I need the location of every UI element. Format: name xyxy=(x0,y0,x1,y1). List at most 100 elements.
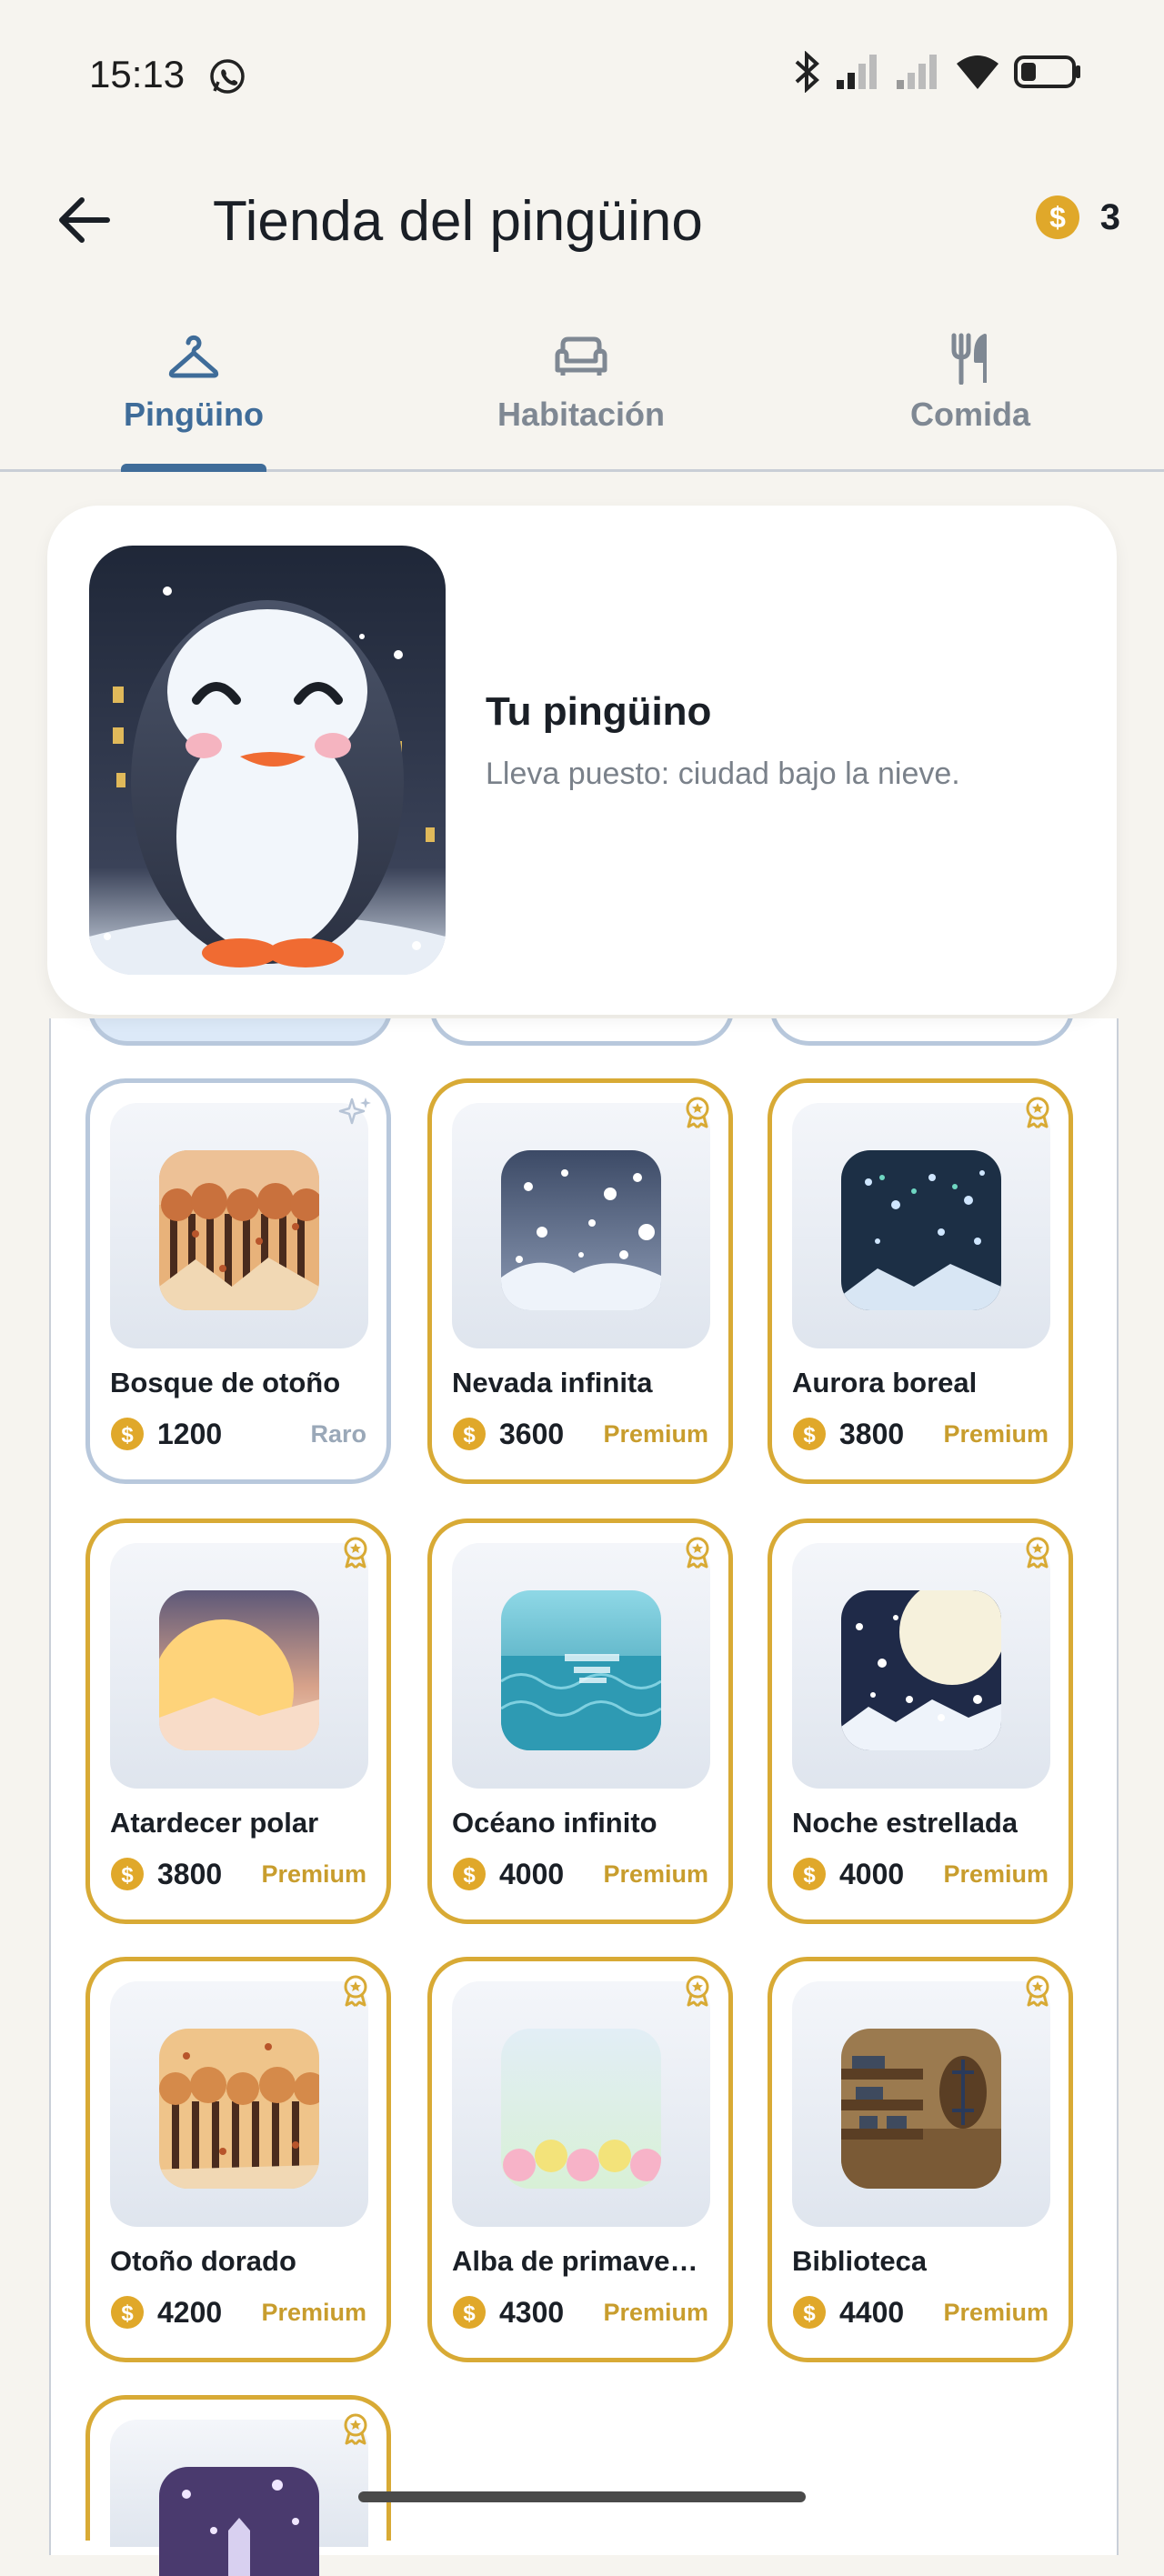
item-name: Océano infinito xyxy=(452,1807,657,1839)
item-thumbnail xyxy=(792,1543,1050,1789)
coin-icon: $ xyxy=(453,1858,486,1890)
item-price-row: $ 4200 Premium xyxy=(110,2290,366,2334)
tab-bar: Pingüino Habitación Comida xyxy=(0,318,1164,472)
penguin-illustration xyxy=(89,546,446,975)
item-price: 4400 xyxy=(839,2295,905,2329)
item-tier-label: Premium xyxy=(603,1859,708,1888)
coin-icon: $ xyxy=(111,1858,144,1890)
item-price-row: $ 3800 Premium xyxy=(792,1412,1049,1456)
aurora-image xyxy=(841,1150,1001,1310)
svg-text:$: $ xyxy=(121,1423,134,1448)
autumn-forest-image xyxy=(159,1150,319,1310)
snowfall-image xyxy=(501,1150,661,1310)
item-thumbnail xyxy=(452,1103,710,1348)
home-indicator[interactable] xyxy=(358,2491,806,2502)
shop-item-card[interactable]: Noche estrellada $ 4000 Premium xyxy=(768,1519,1073,1924)
item-price: 4000 xyxy=(839,1857,905,1890)
svg-text:$: $ xyxy=(463,1423,476,1448)
shop-item-card[interactable]: Océano infinito $ 4000 Premium xyxy=(427,1519,733,1924)
award-badge-icon xyxy=(686,1975,709,2008)
svg-text:$: $ xyxy=(803,1423,816,1448)
coin-icon: $ xyxy=(111,2296,144,2329)
coin-icon: $ xyxy=(793,1418,826,1450)
coin-icon: $ xyxy=(453,2296,486,2329)
item-price: 1200 xyxy=(157,1417,223,1450)
coin-icon: $ xyxy=(793,1858,826,1890)
item-name: Bosque de otoño xyxy=(110,1367,341,1398)
item-thumbnail xyxy=(110,1103,368,1348)
item-name: Aurora boreal xyxy=(792,1367,978,1398)
award-badge-icon xyxy=(686,1537,709,1569)
tab-indicator xyxy=(121,464,266,472)
page-title: Tienda del pingüino xyxy=(213,190,703,253)
item-thumbnail xyxy=(792,1981,1050,2227)
tab-label: Pingüino xyxy=(124,396,264,433)
status-bar: 15:13 xyxy=(0,0,1164,155)
bluetooth-icon xyxy=(795,51,819,93)
shop-item-card[interactable]: Otoño dorado $ 4200 Premium xyxy=(85,1957,391,2362)
item-name: Atardecer polar xyxy=(110,1807,319,1839)
item-price: 3600 xyxy=(499,1417,565,1450)
item-price-row: $ 1200 Raro xyxy=(110,1412,366,1456)
item-price-row: $ 4300 Premium xyxy=(452,2290,708,2334)
award-badge-icon xyxy=(344,1537,367,1569)
sparkle-icon xyxy=(338,1098,371,1125)
svg-text:$: $ xyxy=(121,1863,134,1888)
award-badge-icon xyxy=(1026,1537,1049,1569)
polar-sunset-image xyxy=(159,1590,319,1750)
shop-item-card[interactable]: Nevada infinita $ 3600 Premium xyxy=(427,1078,733,1484)
item-price-row: $ 4400 Premium xyxy=(792,2290,1049,2334)
coin-icon: $ xyxy=(1035,195,1079,239)
night-castle-image xyxy=(159,2467,319,2576)
coin-count: 3 xyxy=(1099,196,1120,237)
item-thumbnail xyxy=(452,1981,710,2227)
svg-text:$: $ xyxy=(463,1863,476,1888)
wifi-icon xyxy=(957,55,998,89)
item-tier-label: Premium xyxy=(943,1419,1049,1448)
item-thumbnail xyxy=(110,1981,368,2227)
shop-item-card[interactable]: Aurora boreal $ 3800 Premium xyxy=(768,1078,1073,1484)
item-price-row: $ 3600 Premium xyxy=(452,1412,708,1456)
spring-dawn-image xyxy=(501,2029,661,2189)
coin-balance: $ 3 xyxy=(1035,195,1120,240)
status-time: 15:13 xyxy=(89,53,186,95)
item-tier-label: Premium xyxy=(943,2298,1049,2326)
tab-label: Habitación xyxy=(497,396,666,433)
award-badge-icon xyxy=(686,1097,709,1129)
tab-pinguino[interactable]: Pingüino xyxy=(0,318,387,472)
svg-text:$: $ xyxy=(803,2301,816,2326)
shop-item-card[interactable]: Atardecer polar $ 3800 Premium xyxy=(85,1519,391,1924)
tab-habitacion[interactable]: Habitación xyxy=(387,318,775,469)
item-price: 4000 xyxy=(499,1857,565,1890)
whatsapp-icon xyxy=(210,59,245,94)
shop-item-card[interactable]: Biblioteca $ 4400 Premium xyxy=(768,1957,1073,2362)
penguin-preview-image xyxy=(89,546,446,975)
shop-item-card[interactable]: Alba de primave… $ 4300 Premium xyxy=(427,1957,733,2362)
item-price-row: $ 4000 Premium xyxy=(792,1852,1049,1896)
sofa-icon xyxy=(555,336,607,376)
hanger-icon xyxy=(168,335,219,378)
svg-text:$: $ xyxy=(1049,201,1066,234)
starry-night-image xyxy=(841,1590,1001,1750)
item-price-row: $ 3800 Premium xyxy=(110,1852,366,1896)
svg-text:$: $ xyxy=(803,1863,816,1888)
item-tier-label: Premium xyxy=(603,1419,708,1448)
item-name: Otoño dorado xyxy=(110,2245,296,2277)
svg-text:$: $ xyxy=(463,2301,476,2326)
item-name: Nevada infinita xyxy=(452,1367,653,1398)
item-thumbnail xyxy=(110,2420,368,2576)
tab-comida[interactable]: Comida xyxy=(777,318,1164,469)
award-badge-icon xyxy=(344,2413,367,2446)
golden-autumn-image xyxy=(159,2029,319,2189)
shop-item-card[interactable] xyxy=(85,2395,391,2576)
coin-icon: $ xyxy=(453,1418,486,1450)
back-button[interactable] xyxy=(51,187,116,253)
item-price-row: $ 4000 Premium xyxy=(452,1852,708,1896)
item-thumbnail xyxy=(792,1103,1050,1348)
ocean-image xyxy=(501,1590,661,1750)
arrow-left-icon xyxy=(59,197,110,243)
item-tier-label: Raro xyxy=(310,1419,366,1448)
signal-icon xyxy=(837,55,877,89)
shop-item-card[interactable]: Bosque de otoño $ 1200 Raro xyxy=(85,1078,391,1484)
tab-label: Comida xyxy=(909,396,1030,433)
